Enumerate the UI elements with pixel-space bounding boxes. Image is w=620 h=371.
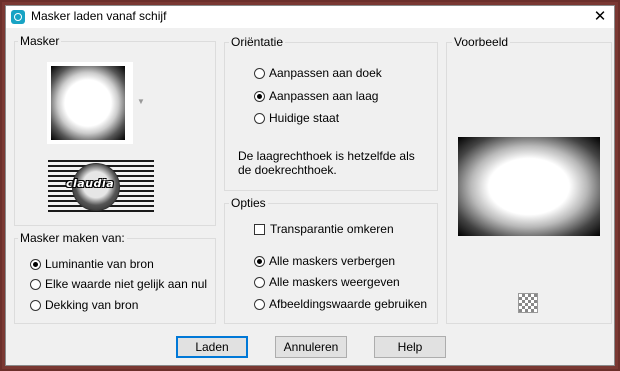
radio-circle bbox=[254, 298, 265, 310]
radio-label: Aanpassen aan laag bbox=[269, 89, 379, 103]
radio-label: Aanpassen aan doek bbox=[269, 66, 382, 80]
checkbox-label: Transparantie omkeren bbox=[270, 222, 394, 236]
radio-maskers-weergeven[interactable]: Alle maskers weergeven bbox=[254, 274, 400, 290]
checkbox-box bbox=[254, 223, 265, 235]
radio-circle-selected bbox=[254, 255, 265, 267]
dropdown-arrow-icon[interactable]: ▼ bbox=[137, 97, 145, 106]
radio-label: Afbeeldingswaarde gebruiken bbox=[269, 297, 428, 311]
preview-image bbox=[458, 137, 600, 236]
radio-dekking[interactable]: Dekking van bron bbox=[30, 297, 138, 313]
radio-aanpassen-doek[interactable]: Aanpassen aan doek bbox=[254, 65, 382, 81]
radio-label: Elke waarde niet gelijk aan nul bbox=[45, 277, 208, 291]
window-title: Masker laden vanaf schijf bbox=[31, 9, 167, 23]
mask-preview-image bbox=[51, 66, 125, 140]
radio-aanpassen-laag[interactable]: Aanpassen aan laag bbox=[254, 88, 378, 104]
radio-label: Alle maskers verbergen bbox=[269, 254, 396, 268]
radio-afbeeldingswaarde[interactable]: Afbeeldingswaarde gebruiken bbox=[254, 296, 427, 312]
transparency-toggle-icon[interactable] bbox=[518, 293, 538, 313]
voorbeeld-label: Voorbeeld bbox=[452, 35, 511, 49]
logo-text: claudia bbox=[66, 177, 115, 190]
mask-thumbnail[interactable] bbox=[47, 62, 133, 144]
maken-label: Masker maken van: bbox=[18, 231, 127, 245]
close-button[interactable]: ✕ bbox=[586, 6, 614, 28]
radio-maskers-verbergen[interactable]: Alle maskers verbergen bbox=[254, 253, 395, 269]
radio-circle bbox=[30, 299, 41, 311]
creator-logo: claudia bbox=[48, 160, 154, 212]
orientation-note: De laagrechthoek is hetzelfde als de doe… bbox=[238, 149, 415, 177]
title-bar[interactable]: Masker laden vanaf schijf ✕ bbox=[6, 6, 614, 28]
radio-label: Alle maskers weergeven bbox=[269, 275, 400, 289]
cancel-button[interactable]: Annuleren bbox=[275, 336, 347, 358]
load-button[interactable]: Laden bbox=[176, 336, 248, 358]
radio-circle-selected bbox=[254, 90, 265, 102]
masker-label: Masker bbox=[18, 34, 62, 48]
radio-elke-waarde[interactable]: Elke waarde niet gelijk aan nul bbox=[30, 276, 207, 292]
opties-label: Opties bbox=[229, 196, 268, 210]
radio-circle bbox=[254, 67, 265, 79]
radio-circle-selected bbox=[30, 258, 41, 270]
orientatie-label: Oriëntatie bbox=[229, 35, 286, 49]
help-button[interactable]: Help bbox=[374, 336, 446, 358]
radio-huidige-staat[interactable]: Huidige staat bbox=[254, 110, 339, 126]
app-icon bbox=[11, 10, 25, 24]
radio-label: Huidige staat bbox=[269, 111, 340, 125]
radio-label: Dekking van bron bbox=[45, 298, 139, 312]
radio-luminantie[interactable]: Luminantie van bron bbox=[30, 256, 154, 272]
radio-circle bbox=[254, 112, 265, 124]
radio-label: Luminantie van bron bbox=[45, 257, 154, 271]
radio-circle bbox=[30, 278, 41, 290]
radio-circle bbox=[254, 276, 265, 288]
checkbox-transparantie[interactable]: Transparantie omkeren bbox=[254, 221, 394, 237]
